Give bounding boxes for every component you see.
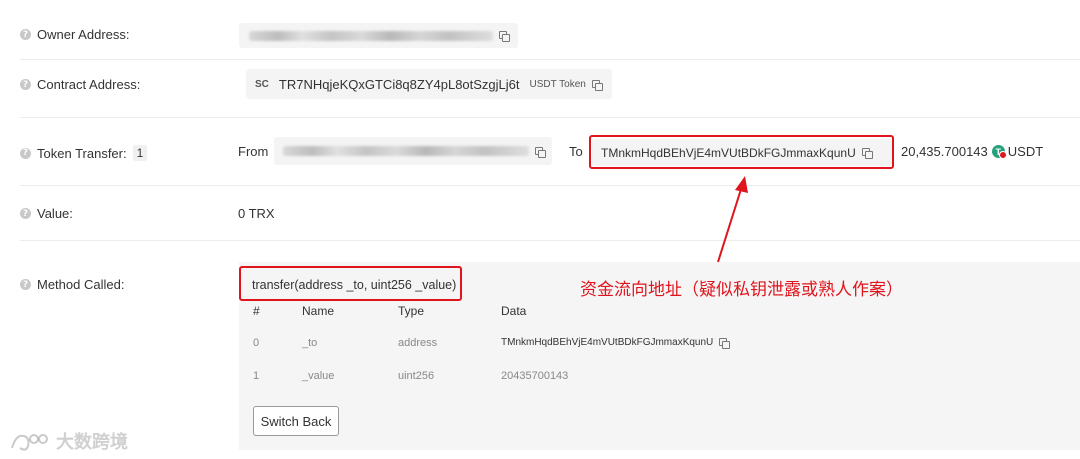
transfer-token[interactable]: USDT <box>1008 144 1043 159</box>
copy-icon[interactable] <box>499 31 510 42</box>
help-icon[interactable]: ? <box>20 208 31 219</box>
from-address-redacted <box>283 146 529 156</box>
method-called-label-text: Method Called: <box>37 277 125 292</box>
owner-address-label: ? Owner Address: <box>20 27 130 42</box>
transfer-amount: 20,435.700143 <box>901 144 988 159</box>
param-type: uint256 <box>398 370 435 382</box>
transfer-amount-group: 20,435.700143 T USDT <box>901 144 1043 159</box>
tether-icon: T <box>991 145 1007 159</box>
param-name: _to <box>302 337 318 349</box>
param-data-address[interactable]: TMnkmHqdBEhVjE4mVUtBDkFGJmmaxKqunU <box>501 337 713 348</box>
contract-address-field: SC TR7NHqjeKQxGTCi8q8ZY4pL8otSzgjLj6t US… <box>246 69 612 99</box>
method-called-label: ? Method Called: <box>20 277 124 292</box>
transfer-count-badge: 1 <box>132 145 148 161</box>
annotation-caption: 资金流向地址（疑似私钥泄露或熟人作案） <box>580 280 903 300</box>
col-header-index: # <box>253 304 260 318</box>
help-icon[interactable]: ? <box>20 279 31 290</box>
copy-icon[interactable] <box>719 338 731 349</box>
switch-back-button[interactable]: Switch Back <box>253 406 339 436</box>
to-address-highlight <box>589 135 894 169</box>
token-tag[interactable]: USDT Token <box>530 79 586 90</box>
row-divider <box>20 117 1080 118</box>
col-header-type: Type <box>398 304 425 318</box>
contract-address-link[interactable]: TR7NHqjeKQxGTCi8q8ZY4pL8otSzgjLj6t <box>279 77 520 92</box>
param-name: _value <box>302 370 335 382</box>
smart-contract-badge: SC <box>255 78 269 90</box>
param-data-group: TMnkmHqdBEhVjE4mVUtBDkFGJmmaxKqunU <box>501 337 731 349</box>
copy-icon[interactable] <box>591 79 603 91</box>
token-transfer-label-text: Token Transfer: <box>37 145 127 161</box>
copy-icon[interactable] <box>535 146 546 158</box>
method-signature-highlight <box>239 266 462 301</box>
param-type: address <box>398 337 438 349</box>
value-amount: 0 TRX <box>238 206 275 221</box>
col-header-name: Name <box>302 304 335 318</box>
owner-address-redacted <box>249 30 493 41</box>
from-address-field <box>274 137 552 165</box>
watermark: 大数跨境 <box>10 428 128 454</box>
to-label: To <box>569 144 583 159</box>
row-divider <box>20 185 1080 186</box>
row-divider <box>20 59 1080 60</box>
watermark-text: 大数跨境 <box>56 432 128 453</box>
help-icon[interactable]: ? <box>20 147 31 159</box>
row-divider <box>20 240 1080 241</box>
contract-address-label: ? Contract Address: <box>20 77 140 92</box>
param-index: 0 <box>253 337 260 349</box>
from-label: From <box>238 144 269 159</box>
help-icon[interactable]: ? <box>20 29 31 40</box>
watermark-logo-icon <box>11 434 48 451</box>
owner-address-label-text: Owner Address: <box>37 27 130 42</box>
help-icon[interactable]: ? <box>20 79 31 90</box>
token-transfer-label: ? Token Transfer: 1 <box>20 145 148 161</box>
contract-address-label-text: Contract Address: <box>37 77 141 92</box>
value-label: ? Value: <box>20 206 73 221</box>
param-data-value: 20435700143 <box>501 370 569 382</box>
owner-address-field <box>239 23 518 48</box>
col-header-data: Data <box>501 304 527 318</box>
param-index: 1 <box>253 370 260 382</box>
value-label-text: Value: <box>37 206 73 221</box>
